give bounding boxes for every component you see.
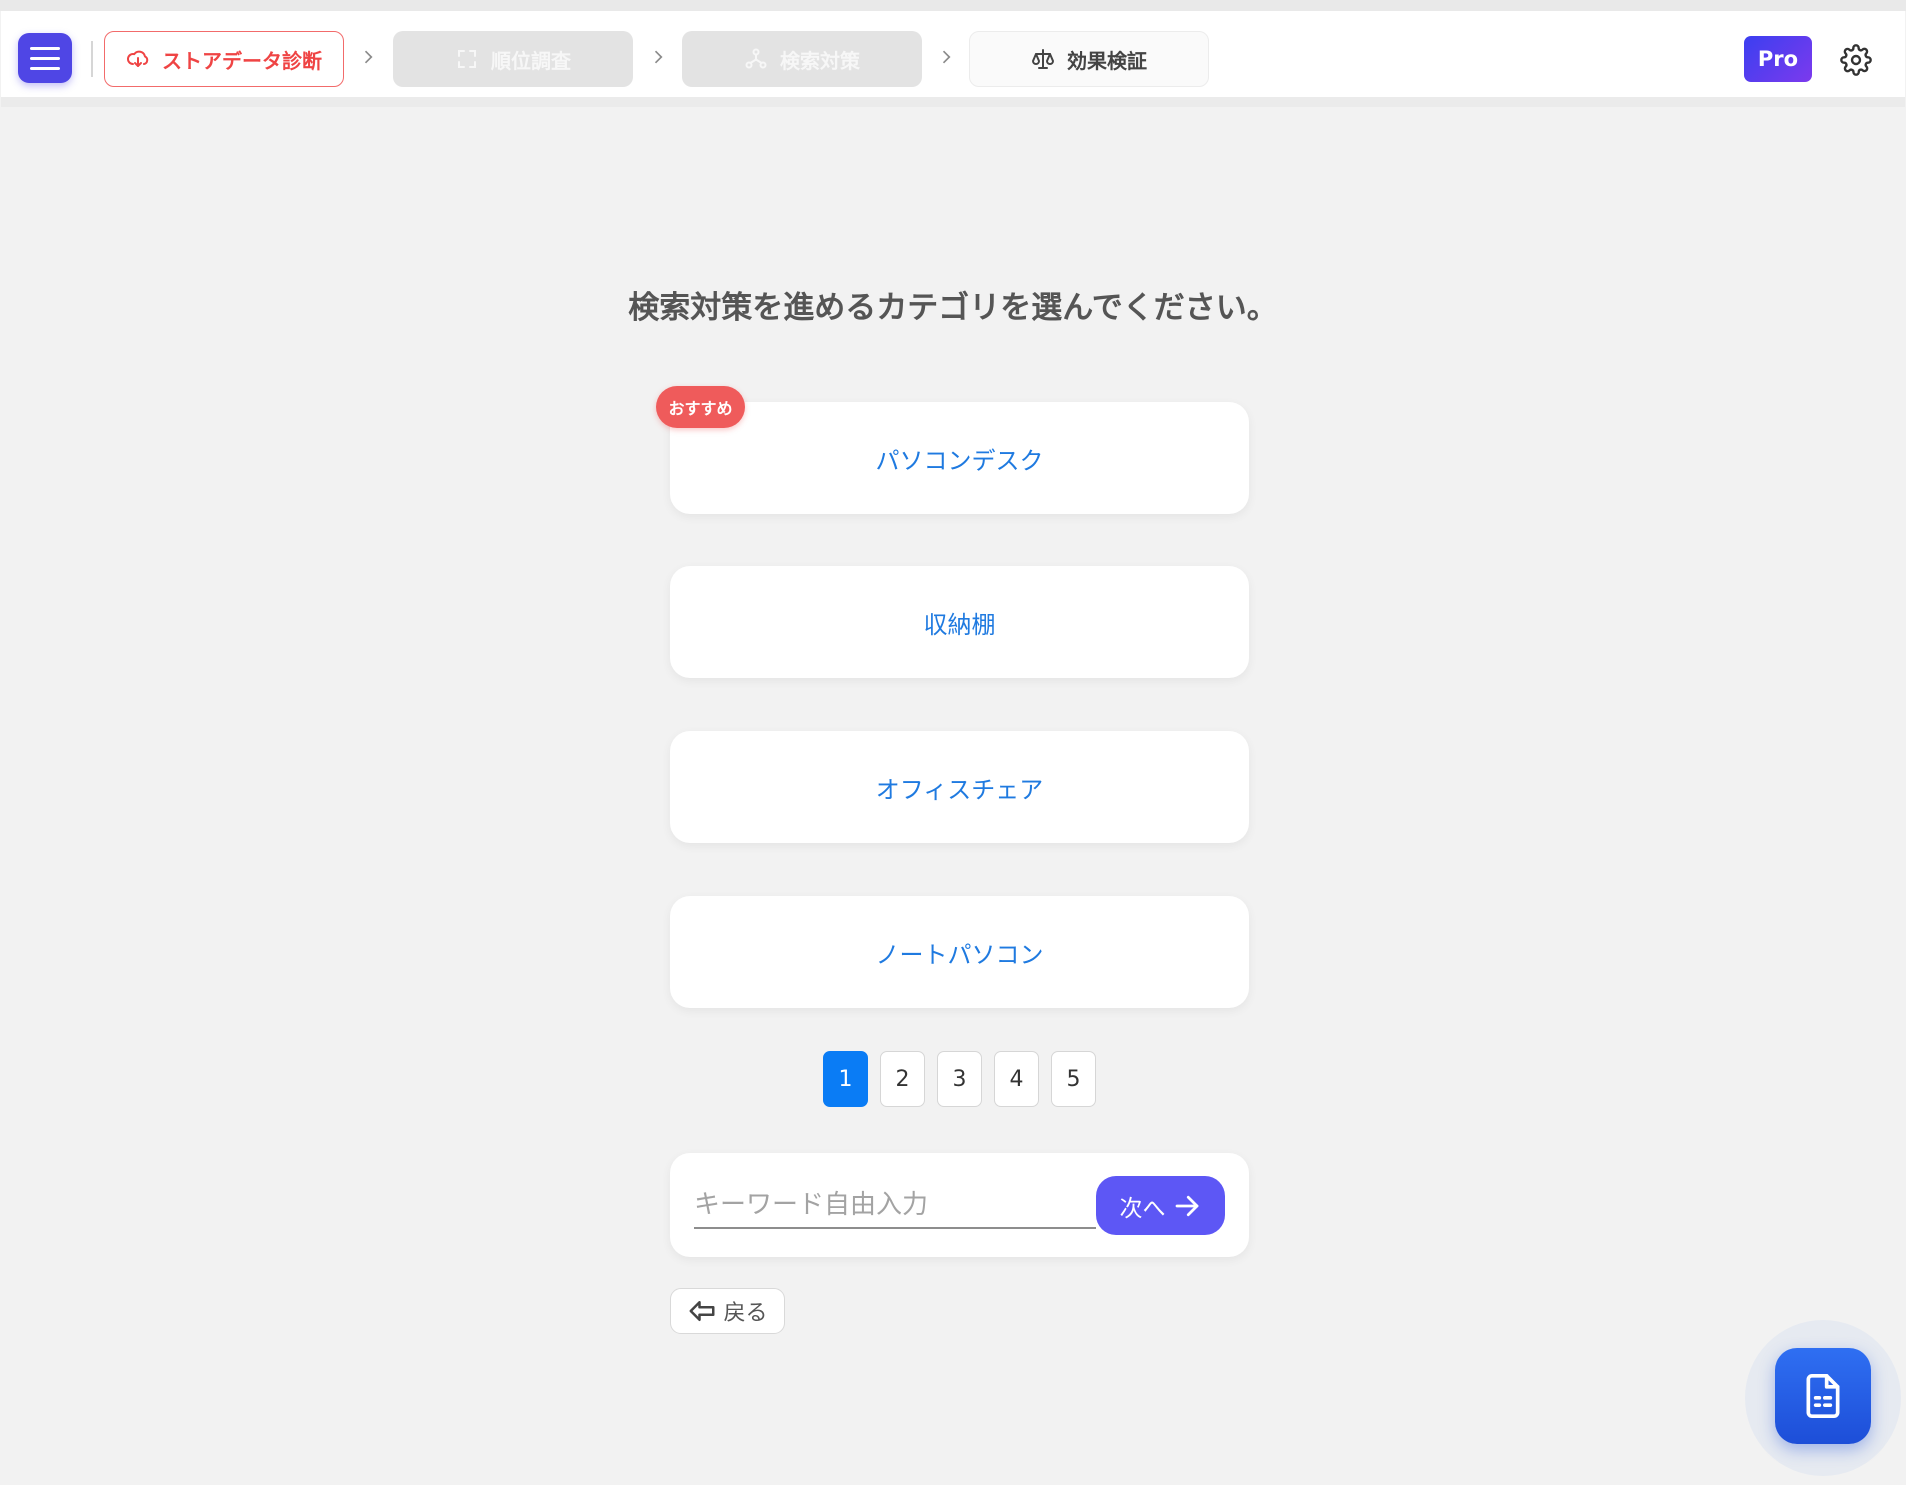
step-rank-research[interactable]: 順位調査 — [393, 31, 633, 87]
step-store-data-diagnosis[interactable]: ストアデータ診断 — [104, 31, 344, 87]
scale-icon — [1032, 49, 1054, 69]
menu-button[interactable] — [18, 33, 72, 83]
page-button-5[interactable]: 5 — [1051, 1051, 1096, 1107]
chevron-right-icon — [364, 50, 373, 64]
cloud-download-icon — [127, 50, 149, 67]
step-label: 順位調査 — [491, 48, 571, 73]
chevron-right-icon — [654, 50, 663, 64]
page-title: 検索対策を進めるカテゴリを選んでください。 — [628, 290, 1278, 326]
category-option[interactable]: 収納棚 — [670, 566, 1249, 678]
category-option[interactable]: オフィスチェア — [670, 731, 1249, 843]
window-top-strip — [0, 0, 1906, 11]
keyword-input[interactable] — [694, 1183, 1096, 1229]
hamburger-icon-bar — [30, 56, 60, 60]
arrow-right-icon — [1175, 1195, 1198, 1216]
page-button-1[interactable]: 1 — [823, 1051, 868, 1107]
pagination: 1 2 3 4 5 — [823, 1051, 1096, 1107]
network-icon — [745, 48, 767, 69]
next-button[interactable]: 次へ — [1096, 1176, 1225, 1235]
recommended-badge: おすすめ — [656, 386, 745, 428]
step-label: 検索対策 — [780, 48, 860, 73]
category-option[interactable]: パソコンデスク — [670, 402, 1249, 514]
keyword-entry-card: 次へ — [670, 1153, 1249, 1257]
report-fab-button[interactable] — [1775, 1348, 1871, 1444]
hamburger-icon-bar — [30, 46, 60, 50]
gear-icon[interactable] — [1840, 44, 1872, 76]
top-navigation-bar: ストアデータ診断 順位調査 検索対策 効果検証 Pro — [1, 11, 1905, 107]
category-option[interactable]: ノートパソコン — [670, 896, 1249, 1008]
back-button[interactable]: 戻る — [670, 1288, 785, 1334]
back-button-label: 戻る — [723, 1301, 768, 1326]
page-button-4[interactable]: 4 — [994, 1051, 1039, 1107]
expand-icon — [458, 50, 476, 68]
arrow-left-icon — [689, 1301, 715, 1321]
document-icon — [1806, 1374, 1840, 1418]
step-effect-verification[interactable]: 効果検証 — [969, 31, 1209, 87]
step-label: ストアデータ診断 — [162, 48, 322, 73]
header-divider — [91, 41, 93, 77]
step-label: 効果検証 — [1067, 48, 1147, 73]
next-button-label: 次へ — [1119, 1195, 1166, 1222]
page-button-2[interactable]: 2 — [880, 1051, 925, 1107]
step-search-optimization[interactable]: 検索対策 — [682, 31, 922, 87]
chevron-right-icon — [942, 50, 951, 64]
hamburger-icon-bar — [30, 66, 60, 70]
page-button-3[interactable]: 3 — [937, 1051, 982, 1107]
pro-badge[interactable]: Pro — [1744, 36, 1812, 82]
